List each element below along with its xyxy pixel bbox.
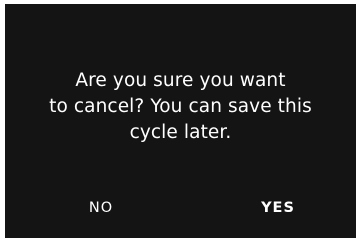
dialog-message-line-3: cycle later. <box>129 122 232 143</box>
dialog-message-line-2: to cancel? You can save this <box>49 96 312 117</box>
no-button[interactable]: NO <box>81 194 121 222</box>
yes-button[interactable]: YES <box>253 194 303 222</box>
dialog-message: Are you sure you want to cancel? You can… <box>5 68 356 146</box>
dialog-message-line-1: Are you sure you want <box>75 70 286 91</box>
cancel-confirmation-dialog: Are you sure you want to cancel? You can… <box>5 4 356 238</box>
